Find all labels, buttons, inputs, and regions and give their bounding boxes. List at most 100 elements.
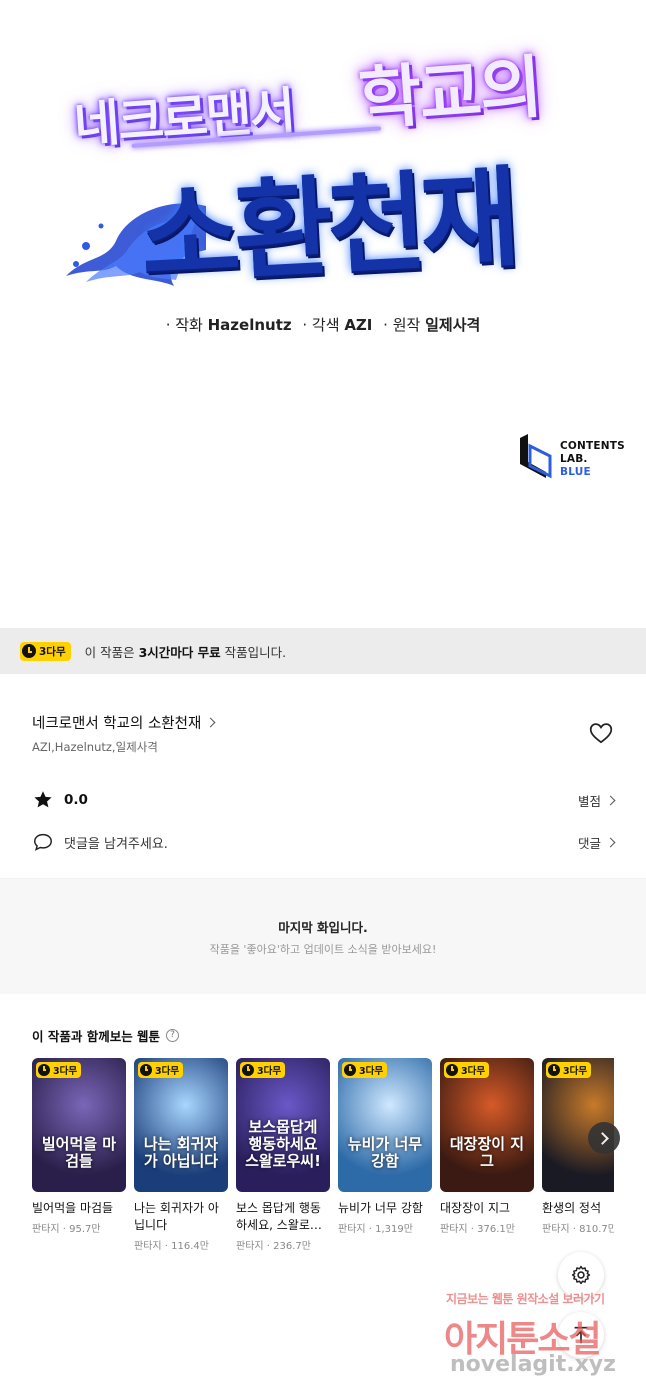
badge-label: 3다무: [155, 1066, 180, 1077]
card-meta: 판타지 · 116.4만: [134, 1241, 209, 1252]
recommendation-card[interactable]: 3다무 나는 회귀자가 아닙니다 나는 회귀자가 아닙니다 판타지 · 116.4만: [134, 1058, 228, 1252]
settings-button[interactable]: [558, 1252, 604, 1298]
comment-link-label: 댓글: [577, 835, 601, 851]
recommendation-card[interactable]: 3다무 빌어먹을 마검들 빌어먹을 마검들 판타지 · 95.7만: [32, 1058, 126, 1235]
watermark: 지금보는 웹툰 원작소설 보러가기 아지툰소설 novelagit.xyz: [436, 1286, 636, 1390]
cover-image: 3다무보스몹답게 행동하세요 스왈로우씨!: [236, 1058, 330, 1192]
credit-label: · 작화: [165, 316, 203, 334]
wait-free-badge: 3다무: [36, 1062, 82, 1078]
credit-label: · 각색: [302, 316, 340, 334]
notice-prefix: 이 작품은: [84, 644, 139, 660]
notice-text: 이 작품은 3시간마다 무료 작품입니다.: [85, 642, 286, 661]
publisher-logo: CONTENTS LAB. BLUE: [516, 432, 636, 482]
heart-icon[interactable]: [588, 720, 614, 746]
wait-free-badge: 3다무: [444, 1062, 490, 1078]
credit-label: · 원작: [383, 316, 421, 334]
recommendations-section: 이 작품과 함께보는 웹툰 ? 3다무 빌어먹을 마검들 빌어먹을 마검들 판타지 ·…: [0, 994, 646, 1284]
clock-icon: [548, 1064, 560, 1076]
last-episode-box: 마지막 화입니다. 작품을 '좋아요'하고 업데이트 소식을 받아보세요!: [0, 878, 646, 994]
publisher-line-3: BLUE: [560, 466, 591, 478]
card-title: 뉴비가 너무 강함: [338, 1201, 423, 1215]
cover-title-art: 빌어먹을 마검들: [41, 1135, 117, 1170]
card-title: 나는 회귀자가 아닙니다: [134, 1201, 219, 1232]
clock-icon: [242, 1064, 254, 1076]
scroll-top-button[interactable]: [558, 1312, 604, 1358]
card-meta: 판타지 · 376.1만: [440, 1224, 515, 1235]
arrow-up-icon: [574, 1326, 588, 1344]
comment-row[interactable]: 댓글을 남겨주세요. 댓글: [32, 830, 616, 854]
credits: · 작화 Hazelnutz · 각색 AZI · 원작 일제사격: [0, 314, 646, 335]
work-info-panel: 네크로맨서 학교의 소환천재 AZI,Hazelnutz,일제사격 0.0 별점…: [0, 674, 646, 878]
rating-link[interactable]: 별점: [577, 791, 616, 810]
badge-label: 3다무: [39, 645, 66, 658]
credit-value: Hazelnutz: [207, 316, 292, 334]
comment-placeholder: 댓글을 남겨주세요.: [64, 836, 168, 852]
rating-value: 0.0: [64, 792, 88, 808]
clock-icon: [344, 1064, 356, 1076]
last-episode-subtitle: 작품을 '좋아요'하고 업데이트 소식을 받아보세요!: [209, 943, 437, 956]
recommendation-card[interactable]: 3다무보스몹답게 행동하세요 스왈로우씨! 보스 몹답게 행동하세요, 스왈로… 판…: [236, 1058, 330, 1252]
cover-title-art: 보스몹답게 행동하세요 스왈로우씨!: [245, 1118, 321, 1170]
card-title: 대장장이 지그: [440, 1201, 511, 1215]
wait-free-badge: 3다무: [240, 1062, 286, 1078]
free-notice-bar: 3다무 이 작품은 3시간마다 무료 작품입니다.: [0, 628, 646, 674]
carousel-next-button[interactable]: [588, 1122, 620, 1154]
publisher-line-2: LAB.: [560, 453, 588, 465]
chevron-right-icon: [605, 837, 616, 847]
rating-row[interactable]: 0.0 별점: [32, 788, 616, 812]
recommendation-card[interactable]: 3다무뉴비가 너무강함뉴비가 너무 강함판타지 · 1,319만: [338, 1058, 432, 1235]
comment-link[interactable]: 댓글: [577, 833, 616, 852]
card-meta: 판타지 · 236.7만: [236, 1241, 311, 1252]
cover-image: 3다무나는 회귀자가 아닙니다: [134, 1058, 228, 1192]
credit-value: AZI: [344, 316, 373, 334]
chevron-right-icon: [205, 717, 216, 728]
cover-title-art: 나는 회귀자가 아닙니다: [143, 1135, 219, 1170]
recommendation-card[interactable]: 3다무 대장장이 지그 대장장이 지그 판타지 · 376.1만: [440, 1058, 534, 1235]
clock-icon: [446, 1064, 458, 1076]
title-part-2: 학교의: [356, 48, 544, 140]
star-icon: [34, 791, 52, 808]
recommendation-carousel: 3다무 빌어먹을 마검들 빌어먹을 마검들 판타지 · 95.7만 3다무 나는 회귀자가…: [32, 1058, 614, 1278]
publisher-logo-icon: [520, 434, 552, 479]
title-part-3: 소환천재: [137, 155, 518, 301]
work-title-link[interactable]: 네크로맨서 학교의 소환천재: [32, 712, 216, 733]
work-authors: AZI,Hazelnutz,일제사격: [32, 740, 158, 754]
cover-title-art: 뉴비가 너무강함: [347, 1135, 423, 1170]
notice-suffix: 작품입니다.: [220, 644, 287, 660]
badge-label: 3다무: [359, 1066, 384, 1077]
rating-link-label: 별점: [577, 793, 601, 809]
title-line-2: 소환천재: [136, 126, 613, 300]
card-meta: 판타지 · 810.7만: [542, 1224, 614, 1235]
last-episode-title: 마지막 화입니다.: [278, 920, 368, 935]
recommendations-heading-text: 이 작품과 함께보는 웹툰: [32, 1029, 161, 1044]
watermark-url: novelagit.xyz: [450, 1352, 616, 1377]
wait-free-badge: 3다무: [546, 1062, 592, 1078]
card-title: 빌어먹을 마검들: [32, 1201, 114, 1215]
clock-icon: [38, 1064, 50, 1076]
card-meta: 판타지 · 1,319만: [338, 1224, 413, 1235]
card-title: 환생의 정석: [542, 1201, 602, 1215]
badge-label: 3다무: [461, 1066, 486, 1077]
wait-free-badge: 3다무: [138, 1062, 184, 1078]
badge-label: 3다무: [53, 1066, 78, 1077]
cover-title-art: 대장장이 지그: [449, 1135, 525, 1170]
recommendations-heading: 이 작품과 함께보는 웹툰 ?: [32, 1026, 180, 1045]
wait-free-badge: 3다무: [342, 1062, 388, 1078]
cover-image: 3다무빌어먹을 마검들: [32, 1058, 126, 1192]
help-icon[interactable]: ?: [166, 1029, 180, 1042]
work-title: 네크로맨서 학교의 소환천재: [32, 716, 202, 732]
speech-bubble-icon: [34, 833, 52, 851]
wait-free-badge: 3다무: [20, 641, 71, 661]
publisher-line-1: CONTENTS: [560, 440, 625, 452]
notice-bold: 3시간마다 무료: [138, 644, 221, 660]
card-meta: 판타지 · 95.7만: [32, 1224, 101, 1235]
badge-label: 3다무: [257, 1066, 282, 1077]
cover-image: 3다무뉴비가 너무강함: [338, 1058, 432, 1192]
clock-icon: [22, 644, 36, 658]
clock-icon: [140, 1064, 152, 1076]
gear-icon: [571, 1265, 591, 1285]
cover-image: 3다무대장장이 지그: [440, 1058, 534, 1192]
credit-value: 일제사격: [425, 316, 481, 334]
card-title: 보스 몹답게 행동하세요, 스왈로…: [236, 1201, 322, 1232]
title-artwork: 네크로맨서 학교의 소환천재 · 작화 Hazelnutz · 각색 AZI ·…: [0, 0, 646, 628]
